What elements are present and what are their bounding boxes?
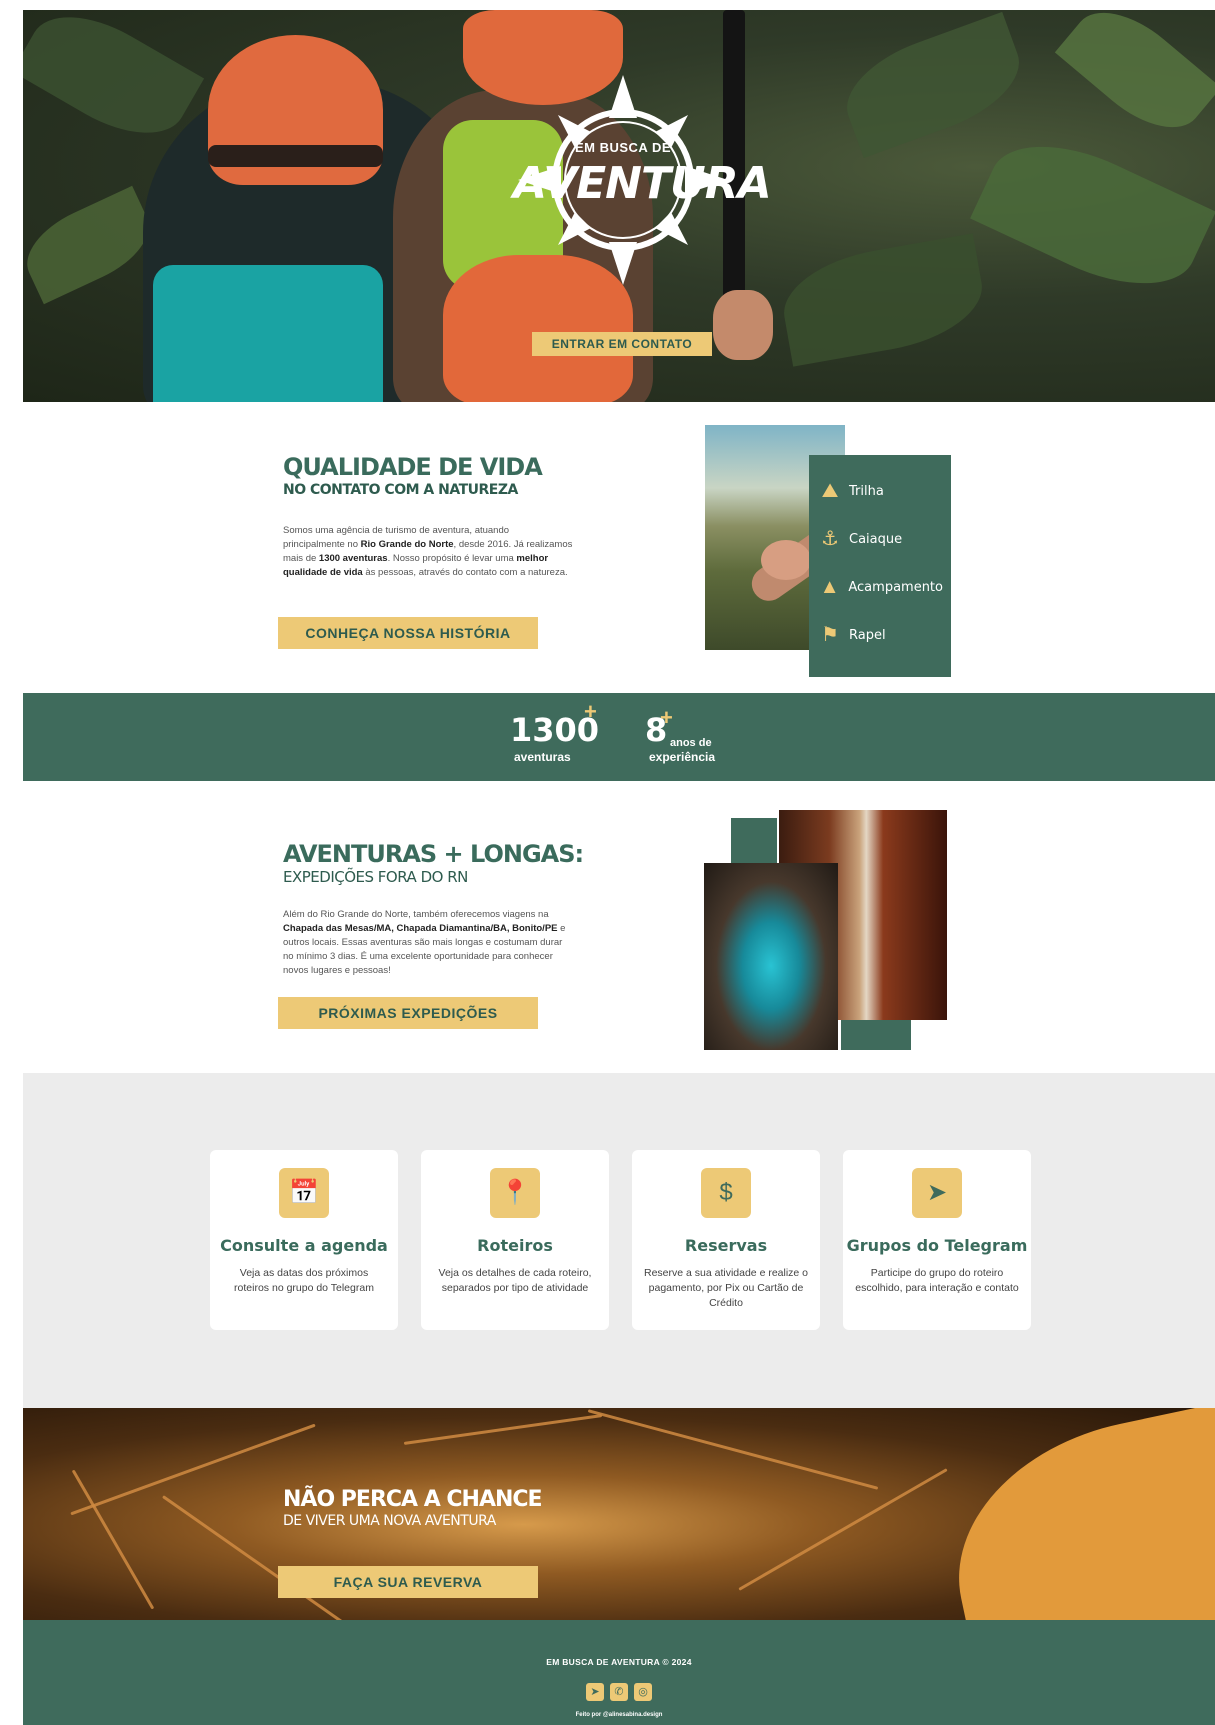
foliage-decoration [970, 118, 1215, 312]
payment-hand-icon: $ [701, 1168, 751, 1218]
years-label-line1: anos de [670, 737, 712, 749]
instagram-icon[interactable]: ◎ [634, 1683, 652, 1701]
quality-title: QUALIDADE DE VIDA [283, 453, 543, 481]
landing-page: EM BUSCA DE AVENTURA ENTRAR EM CONTATO Q… [23, 10, 1215, 1725]
service-text: Veja as datas dos próximos roteiros no g… [234, 1267, 374, 1294]
activity-item-rapel[interactable]: ⚑ Rapel [817, 611, 943, 659]
cave-lagoon-photo [704, 863, 838, 1050]
activity-item-trilha[interactable]: ⛰ Trilha [817, 467, 943, 515]
expeditions-title: AVENTURAS + LONGAS: [283, 840, 584, 868]
brand-logo: EM BUSCA DE AVENTURA [513, 70, 772, 290]
foliage-decoration [1054, 10, 1215, 149]
activity-item-caiaque[interactable]: ⚓ Caiaque [817, 515, 943, 563]
our-story-button[interactable]: CONHEÇA NOSSA HISTÓRIA [278, 617, 538, 649]
activity-item-acampamento[interactable]: ▲ Acampamento [817, 563, 943, 611]
logo-wordmark: AVENTURA [513, 158, 772, 209]
telegram-icon[interactable]: ➤ [586, 1683, 604, 1701]
next-expeditions-button[interactable]: PRÓXIMAS EXPEDIÇÕES [278, 997, 538, 1029]
hero-section: EM BUSCA DE AVENTURA ENTRAR EM CONTATO [23, 10, 1215, 402]
tent-shape [932, 1408, 1215, 1620]
footer-credit: Feito por @alinesabina.design [575, 1712, 663, 1718]
cta-title: NÃO PERCA A CHANCE [283, 1487, 543, 1512]
activity-label: Rapel [849, 627, 886, 643]
branch-decoration [738, 1468, 948, 1591]
decorative-square [731, 818, 777, 864]
branch-decoration [587, 1409, 879, 1490]
tent-icon: ▲ [819, 576, 840, 598]
footer: EM BUSCA DE AVENTURA © 2024 ➤ ✆ ◎ Feito … [23, 1620, 1215, 1725]
years-plus: + [660, 705, 673, 730]
backpack-shape [153, 265, 383, 402]
branch-decoration [403, 1414, 603, 1445]
expeditions-paragraph: Além do Rio Grande do Norte, também ofer… [283, 909, 566, 976]
adventures-label: aventuras [514, 750, 571, 764]
service-title: Roteiros [477, 1236, 553, 1255]
expeditions-subtitle: EXPEDIÇÕES FORA DO RN [283, 868, 468, 886]
quality-subtitle: NO CONTATO COM A NATUREZA [283, 482, 518, 498]
footer-copyright: EM BUSCA DE AVENTURA © 2024 [546, 1657, 692, 1667]
service-text: Veja os detalhes de cada roteiro, separa… [438, 1267, 592, 1294]
service-card-reservations[interactable]: $ Reservas Reserve a sua atividade e rea… [632, 1150, 820, 1330]
activity-label: Caiaque [849, 531, 903, 547]
cta-subtitle: DE VIVER UMA NOVA AVENTURA [283, 1513, 496, 1529]
social-links: ➤ ✆ ◎ [569, 1683, 669, 1703]
hand-shape [713, 290, 773, 360]
reservation-button[interactable]: FAÇA SUA REVERVA [278, 1566, 538, 1598]
services-section: 📅 Consulte a agenda Veja as datas dos pr… [23, 1073, 1215, 1408]
cta-section [23, 1408, 1215, 1620]
foliage-decoration [23, 185, 162, 305]
service-text: Participe do grupo do roteiro escolhido,… [855, 1267, 1019, 1294]
hiker-icon: ⛰ [821, 480, 839, 502]
kayak-icon: ⚓ [821, 528, 839, 550]
foliage-decoration [833, 11, 1033, 159]
hat-band-shape [208, 145, 383, 167]
service-card-agenda[interactable]: 📅 Consulte a agenda Veja as datas dos pr… [210, 1150, 398, 1330]
service-card-routes[interactable]: 📍 Roteiros Veja os detalhes de cada rote… [421, 1150, 609, 1330]
calendar-icon: 📅 [279, 1168, 329, 1218]
rappel-icon: ⚑ [821, 624, 839, 646]
telegram-icon: ➤ [912, 1168, 962, 1218]
service-title: Grupos do Telegram [846, 1236, 1028, 1255]
activity-label: Trilha [849, 483, 884, 499]
service-card-telegram[interactable]: ➤ Grupos do Telegram Participe do grupo … [843, 1150, 1031, 1330]
foliage-decoration [775, 233, 991, 367]
branch-decoration [71, 1469, 155, 1610]
route-icon: 📍 [490, 1168, 540, 1218]
service-title: Consulte a agenda [220, 1236, 388, 1255]
activity-label: Acampamento [848, 579, 943, 595]
logo-tagline: EM BUSCA DE [574, 140, 672, 155]
activity-list: ⛰ Trilha ⚓ Caiaque ▲ Acampamento ⚑ Rapel [809, 455, 951, 677]
years-label-line2: experiência [649, 750, 716, 764]
quality-paragraph: Somos uma agência de turismo de aventura… [283, 525, 573, 578]
decorative-square [841, 1020, 911, 1050]
contact-button[interactable]: ENTRAR EM CONTATO [532, 332, 712, 356]
whatsapp-icon[interactable]: ✆ [610, 1683, 628, 1701]
stats-bar: 1300 + aventuras 8 + anos de experiência [23, 693, 1215, 781]
palm-shape [761, 540, 811, 580]
service-title: Reservas [684, 1236, 768, 1255]
branch-decoration [70, 1423, 316, 1516]
foliage-decoration [23, 10, 205, 157]
service-text: Reserve a sua atividade e realize o paga… [644, 1267, 809, 1309]
adventures-plus: + [584, 699, 597, 724]
